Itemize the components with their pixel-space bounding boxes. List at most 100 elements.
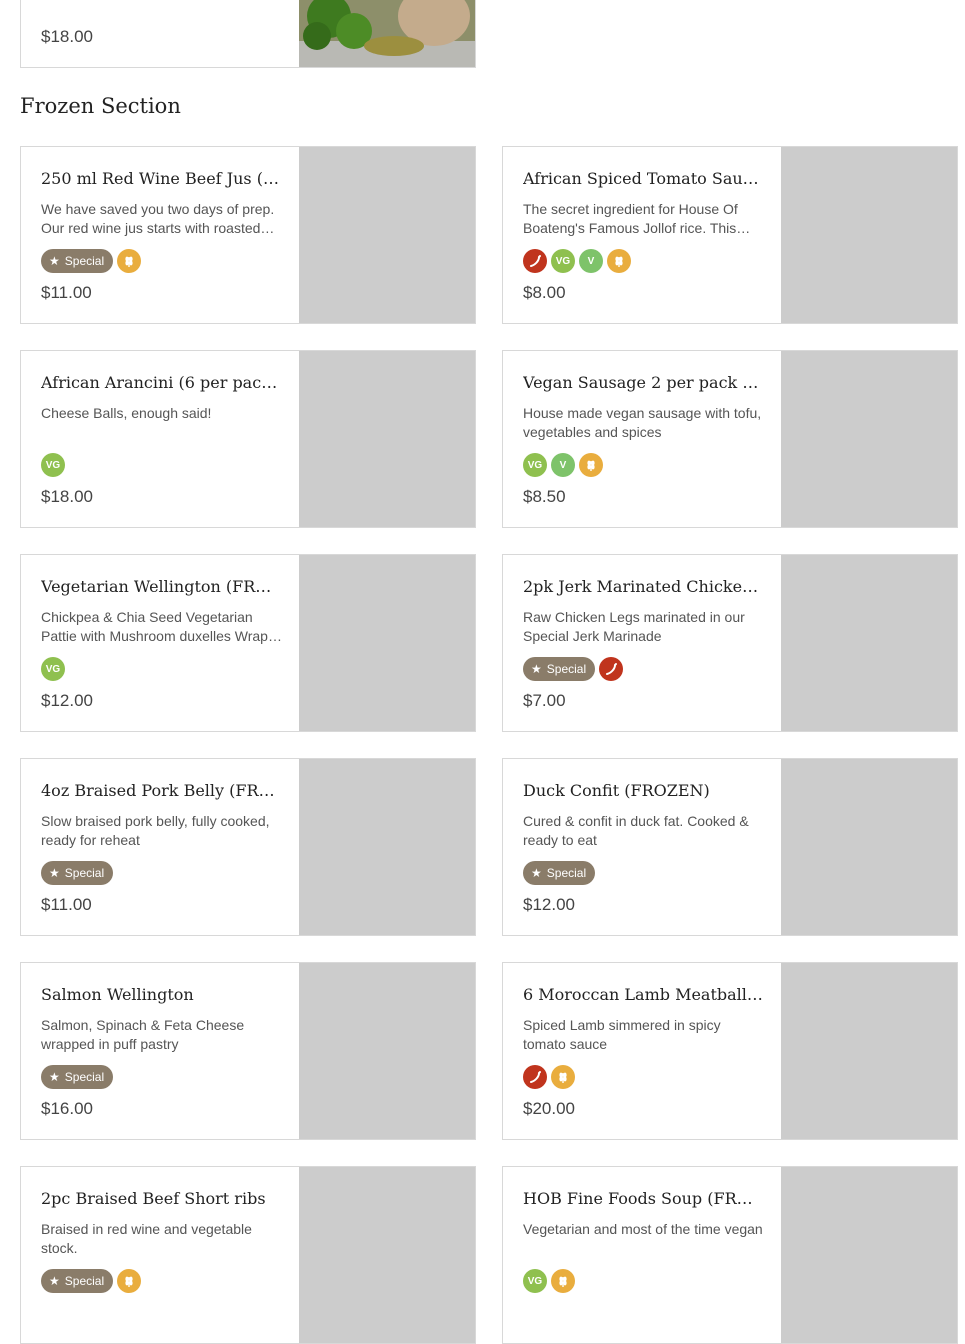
menu-item-card[interactable]: 2pk Jerk Marinated Chicken Legs Raw Chick…	[502, 554, 958, 732]
menu-item-title: 2pk Jerk Marinated Chicken Legs	[523, 577, 763, 596]
menu-item-title: 2pc Braised Beef Short ribs	[41, 1189, 266, 1208]
menu-item-info: Vegan Sausage 2 per pack (FROZEN) House m…	[523, 351, 763, 527]
wheat-icon	[579, 453, 603, 477]
menu-item-card[interactable]: Salmon Wellington Salmon, Spinach & Feta …	[20, 962, 476, 1140]
vegan-badge: VG	[41, 657, 65, 681]
menu-item-card[interactable]: HOB Fine Foods Soup (FROZEN) Vegetarian a…	[502, 1166, 958, 1344]
menu-item-title: Duck Confit (FROZEN)	[523, 781, 710, 800]
menu-item-card[interactable]: Vegetarian Wellington (FROZEN) Chickpea &…	[20, 554, 476, 732]
menu-item-info: $18.00	[41, 0, 281, 67]
special-badge-label: Special	[546, 866, 587, 880]
menu-item-title: Vegetarian Wellington (FROZEN)	[41, 577, 281, 596]
special-badge-label: Special	[64, 1274, 105, 1288]
chili-pepper-icon	[523, 249, 547, 273]
special-badge: ★ Special	[41, 1269, 114, 1293]
menu-item-info: 2pc Braised Beef Short ribs Braised in re…	[41, 1167, 281, 1343]
chili-pepper-icon	[523, 1065, 547, 1089]
menu-item-price: $16.00	[41, 1099, 93, 1118]
menu-item-description: Raw Chicken Legs marinated in our Specia…	[523, 609, 745, 644]
menu-item-description: Salmon, Spinach & Feta Cheese wrapped in…	[41, 1017, 245, 1052]
special-badge-label: Special	[64, 1070, 105, 1084]
menu-item-photo-placeholder	[299, 963, 475, 1139]
menu-item-description: Braised in red wine and vegetable stock.	[41, 1221, 252, 1256]
dietary-badges: ★ Special	[41, 1268, 142, 1294]
menu-item-title: HOB Fine Foods Soup (FROZEN)	[523, 1189, 763, 1208]
menu-item-info: 4oz Braised Pork Belly (FROZEN) Slow brai…	[41, 759, 281, 935]
dietary-badges: ★ Special	[41, 860, 114, 886]
dietary-badges: ★ Special	[523, 860, 596, 886]
menu-item-title: Vegan Sausage 2 per pack (FROZEN)	[523, 373, 763, 392]
vegan-badge: VG	[41, 453, 65, 477]
menu-item-title: Salmon Wellington	[41, 985, 194, 1004]
menu-item-photo-placeholder	[781, 147, 957, 323]
menu-item-info: Duck Confit (FROZEN) Cured & confit in du…	[523, 759, 763, 935]
dietary-badges: VG	[41, 452, 65, 478]
special-badge-label: Special	[64, 866, 105, 880]
star-icon: ★	[49, 254, 60, 268]
menu-item-photo-placeholder	[299, 351, 475, 527]
menu-item-card[interactable]: 4oz Braised Pork Belly (FROZEN) Slow brai…	[20, 758, 476, 936]
menu-item-description: We have saved you two days of prep. Our …	[41, 201, 275, 236]
wheat-icon	[117, 1269, 142, 1293]
menu-item-price: $12.00	[523, 895, 575, 914]
menu-item-card[interactable]: 2pc Braised Beef Short ribs Braised in re…	[20, 1166, 476, 1344]
menu-item-info: Salmon Wellington Salmon, Spinach & Feta …	[41, 963, 281, 1139]
menu-item-card[interactable]: African Arancini (6 per pack) (FROZEN) Ch…	[20, 350, 476, 528]
menu-item-info: African Arancini (6 per pack) (FROZEN) Ch…	[41, 351, 281, 527]
menu-item-description: Slow braised pork belly, fully cooked, r…	[41, 813, 270, 848]
special-badge-label: Special	[64, 254, 105, 268]
vegan-badge: VG	[523, 453, 547, 477]
star-icon: ★	[49, 1274, 60, 1288]
star-icon: ★	[531, 866, 542, 880]
wheat-icon	[607, 249, 631, 273]
menu-item-title: African Arancini (6 per pack) (FROZEN)	[41, 373, 281, 392]
menu-item-photo-placeholder	[299, 147, 475, 323]
menu-item-description: Cured & confit in duck fat. Cooked & rea…	[523, 813, 749, 848]
special-badge-label: Special	[546, 662, 587, 676]
food-photo-image	[299, 0, 475, 67]
menu-item-title: 4oz Braised Pork Belly (FROZEN)	[41, 781, 281, 800]
menu-item-card[interactable]: 250 ml Red Wine Beef Jus (FROZEN) We have…	[20, 146, 476, 324]
vegan-badge: VG	[551, 249, 575, 273]
menu-item-photo-placeholder	[781, 351, 957, 527]
dietary-badges: VG V	[523, 248, 631, 274]
menu-item-price: $7.00	[523, 691, 566, 710]
menu-item-info: 2pk Jerk Marinated Chicken Legs Raw Chick…	[523, 555, 763, 731]
menu-item-card[interactable]: African Spiced Tomato Sauce (FROZEN) The …	[502, 146, 958, 324]
dietary-badges: ★ Special	[523, 656, 624, 682]
wheat-icon	[551, 1065, 575, 1089]
special-badge: ★ Special	[523, 861, 596, 885]
menu-item-title: 6 Moroccan Lamb Meatballs (FROZEN)	[523, 985, 763, 1004]
dietary-badges: VG V	[523, 452, 603, 478]
menu-item-photo-placeholder	[781, 555, 957, 731]
special-badge: ★ Special	[41, 249, 114, 273]
special-badge: ★ Special	[523, 657, 596, 681]
menu-item-description: Cheese Balls, enough said!	[41, 405, 212, 421]
menu-item-card[interactable]: Duck Confit (FROZEN) Cured & confit in du…	[502, 758, 958, 936]
menu-item-price: $12.00	[41, 691, 93, 710]
menu-item-card[interactable]: Vegan Sausage 2 per pack (FROZEN) House m…	[502, 350, 958, 528]
menu-item-card[interactable]: $18.00	[20, 0, 476, 68]
menu-item-price: $11.00	[41, 895, 92, 914]
special-badge: ★ Special	[41, 1065, 114, 1089]
dietary-badges: VG	[523, 1268, 575, 1294]
menu-item-description: Chickpea & Chia Seed Vegetarian Pattie w…	[41, 609, 268, 644]
menu-item-card[interactable]: 6 Moroccan Lamb Meatballs (FROZEN) Spiced…	[502, 962, 958, 1140]
vegan-badge: VG	[523, 1269, 547, 1293]
menu-item-price: $8.00	[523, 283, 566, 302]
menu-item-price: $18.00	[41, 487, 93, 506]
star-icon: ★	[49, 1070, 60, 1084]
menu-item-photo-placeholder	[781, 1167, 957, 1343]
star-icon: ★	[531, 662, 542, 676]
dietary-badges: VG	[41, 656, 65, 682]
menu-item-photo-placeholder	[299, 1167, 475, 1343]
menu-item-info: African Spiced Tomato Sauce (FROZEN) The …	[523, 147, 763, 323]
menu-item-description: House made vegan sausage with tofu, vege…	[523, 405, 762, 440]
vegetarian-badge: V	[551, 453, 575, 477]
menu-item-photo-placeholder	[299, 759, 475, 935]
menu-item-price: $11.00	[41, 283, 92, 302]
menu-item-price: $20.00	[523, 1099, 575, 1118]
menu-item-info: Vegetarian Wellington (FROZEN) Chickpea &…	[41, 555, 281, 731]
menu-item-info: 6 Moroccan Lamb Meatballs (FROZEN) Spiced…	[523, 963, 763, 1139]
menu-item-photo-placeholder	[299, 555, 475, 731]
